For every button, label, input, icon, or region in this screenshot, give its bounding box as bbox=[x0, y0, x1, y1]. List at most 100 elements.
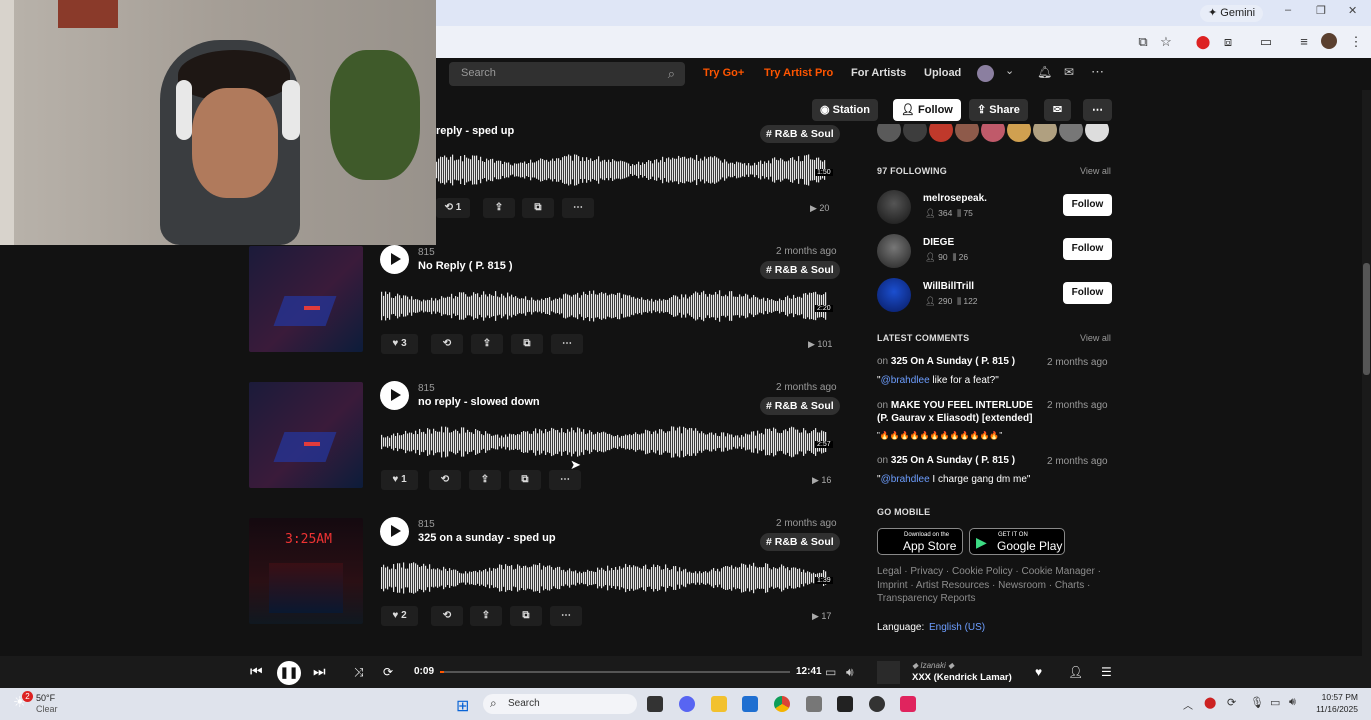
discord-icon[interactable] bbox=[679, 696, 695, 712]
station-button[interactable]: ◉ Station bbox=[812, 99, 878, 121]
comment-mention-link[interactable]: @brahdlee bbox=[881, 375, 930, 386]
more-track-button[interactable]: ⋯ bbox=[549, 470, 581, 490]
profile-avatar[interactable] bbox=[1321, 33, 1337, 49]
volume-icon[interactable]: 🔊︎ bbox=[846, 665, 854, 680]
google-play-button[interactable]: ▶ GET IT ON Google Play bbox=[969, 528, 1065, 555]
follow-user-button[interactable]: Follow bbox=[1063, 238, 1112, 260]
track-artwork[interactable] bbox=[249, 246, 363, 352]
repost-button[interactable]: ⟲ bbox=[431, 334, 463, 354]
share-track-button[interactable]: ⇪ bbox=[483, 198, 515, 218]
search-icon[interactable]: ⌕ bbox=[668, 66, 675, 82]
taskbar-search[interactable]: ⌕ Search bbox=[483, 694, 637, 714]
repeat-icon[interactable]: ⟳ bbox=[383, 665, 393, 679]
comment-track-link[interactable]: 325 On A Sunday ( P. 815 ) bbox=[891, 356, 1015, 367]
more-track-button[interactable]: ⋯ bbox=[551, 334, 583, 354]
chrome-icon[interactable] bbox=[774, 696, 790, 712]
track-artwork[interactable] bbox=[249, 382, 363, 488]
cast-icon[interactable]: ▭ bbox=[1258, 34, 1274, 50]
repost-button[interactable]: ⟲ bbox=[429, 470, 461, 490]
comment-track-link[interactable]: 325 On A Sunday ( P. 815 ) bbox=[891, 455, 1015, 466]
following-view-all-link[interactable]: View all bbox=[1080, 166, 1111, 176]
waveform[interactable] bbox=[381, 556, 832, 600]
comments-view-all-link[interactable]: View all bbox=[1080, 333, 1111, 343]
footer-links-row[interactable]: Transparency Reports bbox=[877, 593, 976, 604]
page-scrollbar[interactable] bbox=[1362, 58, 1371, 656]
footer-links-row[interactable]: Imprint · Artist Resources · Newsroom · … bbox=[877, 580, 1090, 591]
following-user-name[interactable]: melrosepeak. bbox=[923, 193, 987, 204]
track-title[interactable]: no reply - slowed down bbox=[418, 396, 540, 408]
avatar[interactable] bbox=[877, 190, 911, 224]
more-track-button[interactable]: ⋯ bbox=[562, 198, 594, 218]
language-selector-link[interactable]: English (US) bbox=[929, 622, 985, 633]
avatar[interactable] bbox=[877, 278, 911, 312]
waveform[interactable] bbox=[381, 420, 832, 464]
more-track-button[interactable]: ⋯ bbox=[550, 606, 582, 626]
genre-tag[interactable]: # R&B & Soul bbox=[760, 125, 840, 143]
follow-artist-button[interactable]: 👤︎ Follow bbox=[893, 99, 961, 121]
follow-user-button[interactable]: Follow bbox=[1063, 194, 1112, 216]
footer-links-row[interactable]: Legal · Privacy · Cookie Policy · Cookie… bbox=[877, 566, 1101, 577]
comment-track-link[interactable]: MAKE YOU FEEL INTERLUDE (P. Gaurav x Eli… bbox=[877, 400, 1033, 424]
repost-button[interactable]: ⟲ 1 bbox=[436, 198, 470, 218]
waveform[interactable] bbox=[381, 284, 832, 328]
taskbar-time[interactable]: 10:57 PM bbox=[1310, 692, 1358, 702]
app-icon[interactable] bbox=[806, 696, 822, 712]
bookmark-star-icon[interactable]: ☆ bbox=[1158, 34, 1174, 50]
taskbar-date[interactable]: 11/16/2025 bbox=[1306, 704, 1358, 714]
copy-link-button[interactable]: ⧉ bbox=[522, 198, 554, 218]
file-explorer-icon[interactable] bbox=[711, 696, 727, 712]
windows-start-icon[interactable]: ⊞ bbox=[456, 696, 469, 716]
app-icon[interactable] bbox=[869, 696, 885, 712]
upload-link[interactable]: Upload bbox=[924, 67, 961, 79]
browser-menu-icon[interactable]: ⋮ bbox=[1348, 34, 1364, 50]
queue-list-icon[interactable]: ☰ bbox=[1101, 665, 1112, 679]
extensions-puzzle-icon[interactable]: ⧈ bbox=[1220, 34, 1236, 50]
track-title[interactable]: 325 on a sunday - sped up bbox=[418, 532, 556, 544]
close-window-button[interactable]: ✕ bbox=[1348, 4, 1357, 17]
previous-track-icon[interactable]: ⏮ bbox=[250, 663, 263, 680]
avatar[interactable] bbox=[877, 234, 911, 268]
display-icon[interactable]: ▭ bbox=[1270, 696, 1280, 709]
cast-device-icon[interactable]: ▭ bbox=[825, 665, 836, 679]
play-button[interactable] bbox=[380, 245, 409, 274]
waveform[interactable] bbox=[436, 148, 832, 192]
track-title[interactable]: No Reply ( P. 815 ) bbox=[418, 260, 513, 272]
chevron-down-icon[interactable]: ⌄ bbox=[1005, 64, 1014, 77]
repost-button[interactable]: ⟲ bbox=[431, 606, 463, 626]
track-artist[interactable]: 815 bbox=[418, 247, 435, 258]
play-button[interactable] bbox=[380, 381, 409, 410]
follow-user-button[interactable]: Follow bbox=[1063, 282, 1112, 304]
maximize-button[interactable]: ❐ bbox=[1316, 4, 1326, 17]
tiktok-icon[interactable] bbox=[900, 696, 916, 712]
shuffle-icon[interactable]: ⤨ bbox=[354, 665, 364, 680]
genre-tag[interactable]: # R&B & Soul bbox=[760, 261, 840, 279]
genre-tag[interactable]: # R&B & Soul bbox=[760, 397, 840, 415]
next-track-icon[interactable]: ⏭ bbox=[313, 663, 326, 680]
like-button[interactable]: ♥ 1 bbox=[381, 470, 418, 490]
task-view-icon[interactable] bbox=[647, 696, 663, 712]
install-app-icon[interactable]: ⧉ bbox=[1135, 34, 1151, 50]
chevron-up-icon[interactable]: ︿ bbox=[1183, 697, 1193, 712]
like-heart-icon[interactable]: ♥ bbox=[1035, 665, 1042, 679]
more-button[interactable]: ⋯ bbox=[1083, 99, 1112, 121]
track-artwork[interactable]: 3:25AM bbox=[249, 518, 363, 624]
like-button[interactable]: ♥ 3 bbox=[381, 334, 418, 354]
app-store-button[interactable]: Download on the App Store bbox=[877, 528, 963, 555]
share-button[interactable]: ⇪ Share bbox=[969, 99, 1028, 121]
share-track-button[interactable]: ⇪ bbox=[470, 606, 502, 626]
extension-adblock-icon[interactable]: ⬤ bbox=[1195, 34, 1211, 50]
message-button[interactable]: ✉ bbox=[1044, 99, 1071, 121]
track-title[interactable]: reply - sped up bbox=[436, 125, 514, 137]
progress-track[interactable] bbox=[440, 671, 790, 673]
user-avatar[interactable] bbox=[977, 65, 994, 82]
following-user-name[interactable]: WillBillTrill bbox=[923, 281, 974, 292]
for-artists-link[interactable]: For Artists bbox=[851, 67, 906, 79]
copy-link-button[interactable]: ⧉ bbox=[511, 334, 543, 354]
follow-user-icon[interactable]: 👤︎ bbox=[1068, 665, 1083, 679]
share-track-button[interactable]: ⇪ bbox=[469, 470, 501, 490]
copy-link-button[interactable]: ⧉ bbox=[509, 470, 541, 490]
copy-link-button[interactable]: ⧉ bbox=[510, 606, 542, 626]
notifications-bell-icon[interactable]: 🔔︎ bbox=[1037, 65, 1052, 79]
now-playing-title[interactable]: XXX (Kendrick Lamar) bbox=[912, 672, 1012, 683]
track-artist[interactable]: 815 bbox=[418, 383, 435, 394]
